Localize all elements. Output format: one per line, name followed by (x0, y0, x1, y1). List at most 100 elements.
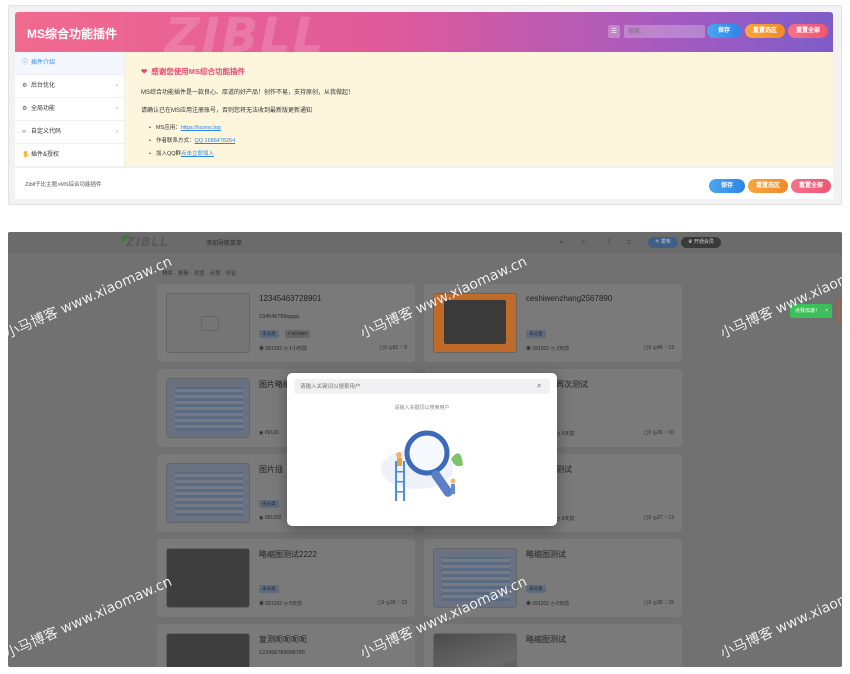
sidebar-item-intro[interactable]: ⓘ 插件介绍 (15, 52, 124, 75)
post-title[interactable]: 再次测试 (556, 379, 588, 390)
category-badge[interactable]: 未分类 (259, 585, 279, 593)
search-icon[interactable]: ⌕ (537, 381, 546, 391)
side-tab-handle[interactable] (837, 298, 840, 322)
post-title[interactable]: 12345463728901 (259, 294, 321, 303)
header-save-button[interactable]: 保存 (707, 24, 741, 38)
post-card[interactable]: ceshiwenzhang2567890 未分类 ◉ 091202 ◷ 3天前 … (424, 284, 682, 362)
publish-button[interactable]: ✎ 发布 (648, 237, 678, 248)
header-reset-all-button[interactable]: 重置全部 (788, 24, 828, 38)
sort-bar[interactable]: 排序 · 更新 · 浏览 · 点赞 · 评论 (162, 269, 237, 277)
illus-ladder-rung (395, 481, 405, 483)
info-label: 加入QQ群 (155, 151, 181, 157)
footer-save-button[interactable]: 保存 (709, 179, 745, 193)
sidebar-item-custom-code[interactable]: ‹› 自定义代码 › (15, 121, 124, 144)
view-count: 26 (657, 430, 663, 436)
post-thumbnail[interactable] (166, 378, 250, 438)
tag-badge[interactable]: # 887889 (285, 330, 310, 338)
post-thumbnail[interactable] (433, 293, 517, 353)
info-label: MS应用： (155, 125, 181, 131)
category-badge[interactable]: 未分类 (526, 585, 546, 593)
bell-icon[interactable]: ♫ (623, 237, 634, 248)
post-card[interactable]: 略缩图测试2222 未分类 ◉ 091202 ◷ 6天前 ▢0 ◎26 ♡13 (157, 539, 415, 617)
join-group-link[interactable]: 点击立即加入 (181, 151, 214, 157)
post-meta: ◉ 091202 ◷ 1小时前 (259, 346, 308, 352)
search-icon[interactable]: ⌕ (578, 237, 589, 248)
footer-reset-section-button[interactable]: 重置选区 (748, 179, 788, 193)
post-card[interactable]: 略缩图测试 (424, 624, 682, 667)
post-author: 091202 (265, 346, 283, 352)
post-stats: ▢0 ◎49 ♡13 (643, 345, 674, 351)
post-thumbnail[interactable] (166, 633, 250, 667)
post-meta: ◷ 6天前 (556, 516, 575, 522)
watermark: 小马博客 www.xiaomaw.cn (717, 573, 842, 662)
settings-sidebar: ⓘ 插件介绍 ⚙ 后台优化 › ⚙ 全局功能 › ‹› 自定义代码 › ✋ 插件&授权 (15, 52, 125, 167)
info-item-qq-group: 加入QQ群点击立即加入 (149, 149, 817, 157)
category-badge[interactable]: 未分类 (259, 330, 279, 338)
follow-speed-button[interactable]: 点我加速！ × (790, 304, 832, 318)
illus-person2-head (450, 478, 456, 484)
category-badge[interactable]: 未分类 (259, 500, 279, 508)
site-logo[interactable]: ZIBLL (126, 235, 169, 249)
illus-ladder-rung (395, 491, 405, 493)
menu-toggle-icon[interactable]: ☰ (608, 25, 620, 38)
site-navbar: ZIBLL 添加导航菜单 ⌖ ⌕ ☾ ♫ ✎ 发布 ♛ 开通会员 (8, 232, 842, 254)
nav-menu-link[interactable]: 添加导航菜单 (206, 238, 242, 247)
post-title[interactable]: 复测呃呃呃呃 (259, 634, 307, 645)
watermark: 小马博客 www.xiaomaw.cn (8, 253, 175, 342)
illus-person-head (396, 452, 402, 458)
app-link[interactable]: https://luoms.top (181, 125, 221, 131)
sidebar-item-license[interactable]: ✋ 插件&授权 (15, 144, 124, 167)
view-count: 49 (657, 345, 663, 351)
moon-icon[interactable]: ☾ (605, 237, 616, 248)
post-meta: ◉ 091202 ◷ 6天前 (526, 601, 570, 607)
post-time: 6天前 (556, 601, 570, 607)
post-thumbnail[interactable] (166, 548, 250, 608)
close-icon[interactable]: × (825, 304, 828, 318)
qq-contact-link[interactable]: QQ 1686478264 (194, 138, 235, 144)
post-title[interactable]: 图片插 (259, 464, 283, 475)
like-count: 10 (668, 430, 674, 436)
post-time: 3天前 (556, 346, 570, 352)
post-thumbnail[interactable] (166, 293, 250, 353)
post-card[interactable]: 复测呃呃呃呃 123456789098765 (157, 624, 415, 667)
post-card[interactable]: 12345463728901 234546789qqqq 未分类 # 88788… (157, 284, 415, 362)
watermark: 小马博客 www.xiaomaw.cn (8, 573, 175, 662)
post-title[interactable]: 略缩图测试 (526, 634, 566, 645)
post-title[interactable]: 略缩图测试2222 (259, 549, 317, 560)
footer-breadcrumb: Zibll子比主题>MS综合功能插件 (25, 182, 102, 188)
header-watermark-logo: ZIBLL (165, 12, 326, 52)
sidebar-item-label: 后台优化 (31, 83, 56, 89)
post-stats: ▢0 ◎27 ♡13 (643, 515, 674, 521)
illus-person-body (397, 458, 402, 466)
sidebar-item-global[interactable]: ⚙ 全局功能 › (15, 98, 124, 121)
post-title[interactable]: ceshiwenzhang2567890 (526, 294, 612, 303)
post-thumbnail[interactable] (166, 463, 250, 523)
handshake-icon: ✋ (22, 152, 30, 158)
location-icon[interactable]: ⌖ (556, 237, 567, 248)
post-thumbnail[interactable] (433, 633, 517, 667)
post-thumbnail[interactable] (433, 548, 517, 608)
post-author: 091202 (532, 346, 550, 352)
comment-count: 0 (381, 600, 385, 606)
category-badge[interactable]: 未分类 (526, 330, 546, 338)
header-reset-section-button[interactable]: 重置选区 (745, 24, 785, 38)
vip-button[interactable]: ♛ 开通会员 (681, 237, 721, 248)
vip-label: 开通会员 (693, 239, 714, 245)
like-count: 15 (668, 600, 674, 606)
info-item-app: MS应用：https://luoms.top (149, 123, 817, 131)
footer-reset-all-button[interactable]: 重置全部 (791, 179, 831, 193)
illus-magnifier-lens (404, 430, 450, 476)
register-notice: 请确认已在MS应用注册账号，否则您将无法收到最新版更新通知 (141, 108, 313, 114)
sidebar-item-backend[interactable]: ⚙ 后台优化 › (15, 75, 124, 98)
like-count: 9 (404, 345, 407, 351)
info-label: 作者联系方式： (155, 138, 195, 144)
post-title[interactable]: 略缩图测试 (526, 549, 566, 560)
post-title[interactable]: 测试 (556, 464, 572, 475)
illus-ladder-rung (395, 471, 405, 473)
settings-search-input[interactable] (624, 25, 705, 38)
post-card[interactable]: 略缩图测试 未分类 ◉ 091202 ◷ 6天前 ▢0 ◎30 ♡15 (424, 539, 682, 617)
post-time: 1小时前 (289, 346, 308, 352)
search-hint: 请输入关键词以搜索用户 (394, 405, 450, 411)
view-count: 27 (657, 515, 663, 521)
user-search-input[interactable] (294, 379, 550, 394)
